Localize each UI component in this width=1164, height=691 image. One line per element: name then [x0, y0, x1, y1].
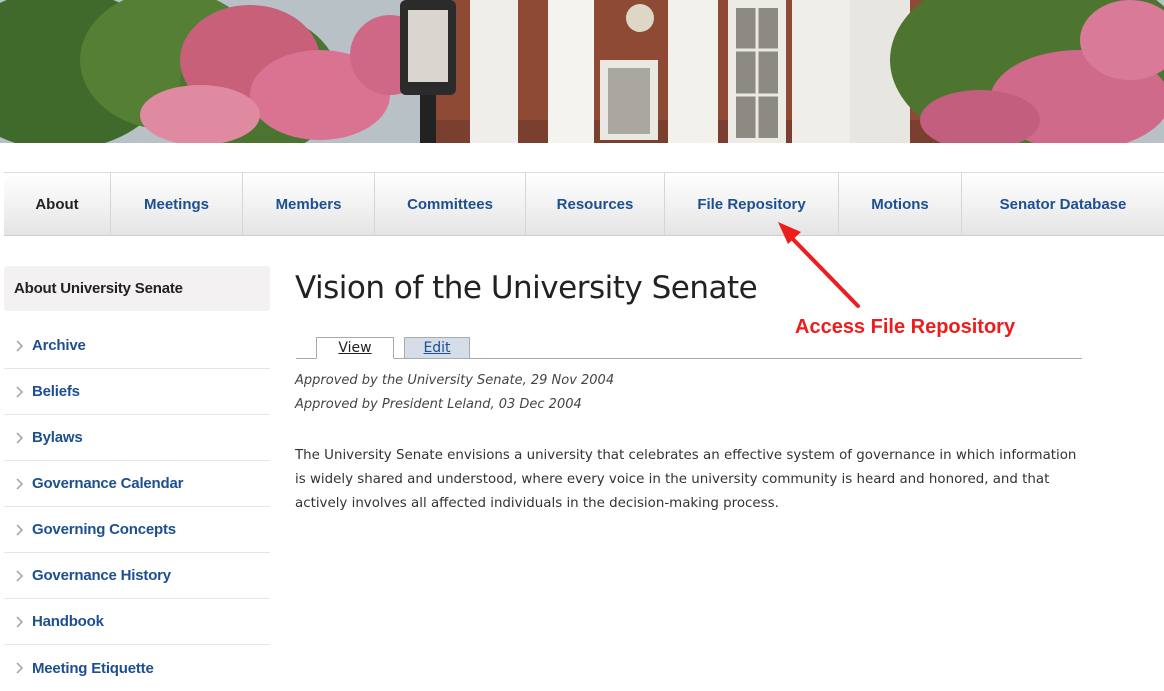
sidebar-item-bylaws[interactable]: Bylaws	[4, 415, 270, 461]
sidebar-item-label: Handbook	[32, 613, 104, 630]
approval-president: Approved by President Leland, 03 Dec 200…	[295, 397, 582, 412]
sidebar-item-archive[interactable]: Archive	[4, 323, 270, 369]
sidebar-item-governance-calendar[interactable]: Governance Calendar	[4, 461, 270, 507]
sidebar-title: About University Senate	[4, 266, 270, 311]
tab-edit[interactable]: Edit	[404, 337, 470, 359]
sidebar-item-label: Bylaws	[32, 429, 83, 446]
sidebar-item-beliefs[interactable]: Beliefs	[4, 369, 270, 415]
vision-statement: The University Senate envisions a univer…	[295, 448, 1077, 511]
sidebar-item-meeting-etiquette[interactable]: Meeting Etiquette	[4, 645, 270, 691]
nav-item-motions[interactable]: Motions	[839, 173, 962, 235]
campus-photo	[0, 0, 1164, 143]
chevron-right-icon	[16, 662, 24, 674]
sidebar: About University Senate Archive Beliefs …	[4, 266, 270, 691]
chevron-right-icon	[16, 569, 24, 582]
approval-notes: Approved by the University Senate, 29 No…	[295, 369, 614, 417]
nav-item-meetings[interactable]: Meetings	[111, 173, 243, 235]
header-banner-image	[0, 0, 1164, 143]
chevron-right-icon	[16, 431, 24, 444]
sidebar-item-label: Beliefs	[32, 383, 80, 400]
chevron-right-icon	[16, 615, 24, 628]
sidebar-item-governing-concepts[interactable]: Governing Concepts	[4, 507, 270, 553]
nav-item-resources[interactable]: Resources	[526, 173, 665, 235]
nav-item-file-repository[interactable]: File Repository	[665, 173, 839, 235]
page-title: Vision of the University Senate	[295, 270, 758, 306]
nav-item-members[interactable]: Members	[243, 173, 375, 235]
nav-item-senator-database[interactable]: Senator Database	[962, 173, 1164, 235]
tab-view[interactable]: View	[316, 337, 394, 359]
chevron-right-icon	[16, 477, 24, 490]
approval-senate: Approved by the University Senate, 29 No…	[295, 373, 615, 388]
sidebar-menu: Archive Beliefs Bylaws Governance Calend…	[4, 323, 270, 691]
sidebar-item-label: Governing Concepts	[32, 521, 176, 538]
sidebar-item-label: Meeting Etiquette	[32, 659, 154, 677]
nav-item-committees[interactable]: Committees	[375, 173, 526, 235]
chevron-right-icon	[16, 339, 24, 352]
chevron-right-icon	[16, 523, 24, 536]
sidebar-item-handbook[interactable]: Handbook	[4, 599, 270, 645]
sidebar-item-label: Governance History	[32, 567, 171, 584]
sidebar-item-label: Archive	[32, 337, 86, 354]
main-navigation: About Meetings Members Committees Resour…	[4, 172, 1164, 236]
annotation-label: Access File Repository	[795, 316, 1016, 338]
chevron-right-icon	[16, 385, 24, 398]
nav-item-about[interactable]: About	[4, 173, 111, 235]
sidebar-item-governance-history[interactable]: Governance History	[4, 553, 270, 599]
sidebar-item-label: Governance Calendar	[32, 475, 184, 492]
